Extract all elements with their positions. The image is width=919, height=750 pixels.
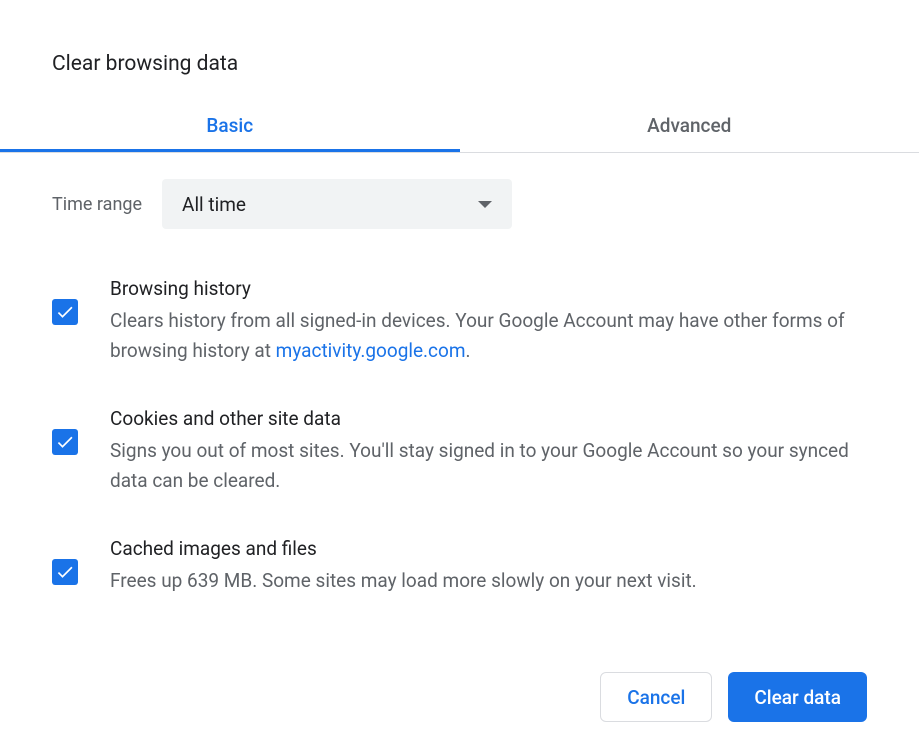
tab-advanced-label: Advanced — [647, 114, 731, 137]
tab-content: Time range All time Browsing history Cle… — [0, 153, 919, 656]
tab-advanced[interactable]: Advanced — [460, 100, 919, 152]
cancel-button-label: Cancel — [627, 686, 685, 709]
tab-basic-label: Basic — [206, 114, 253, 137]
option-title-browsing-history: Browsing history — [110, 277, 867, 300]
checkbox-browsing-history[interactable] — [52, 299, 78, 325]
check-icon — [55, 562, 75, 582]
clear-data-button[interactable]: Clear data — [728, 672, 867, 722]
time-range-select[interactable]: All time — [162, 179, 512, 229]
check-icon — [55, 432, 75, 452]
dialog-title: Clear browsing data — [0, 0, 919, 76]
option-title-cookies: Cookies and other site data — [110, 407, 867, 430]
option-desc-browsing-history: Clears history from all signed-in device… — [110, 306, 867, 367]
time-range-row: Time range All time — [52, 179, 867, 229]
checkbox-cookies[interactable] — [52, 429, 78, 455]
option-browsing-history: Browsing history Clears history from all… — [52, 277, 867, 367]
option-title-cache: Cached images and files — [110, 537, 867, 560]
clear-data-button-label: Clear data — [754, 686, 841, 709]
option-text: Cached images and files Frees up 639 MB.… — [110, 537, 867, 596]
option-desc-pre: Clears history from all signed-in device… — [110, 309, 845, 362]
option-cookies: Cookies and other site data Signs you ou… — [52, 407, 867, 497]
option-text: Browsing history Clears history from all… — [110, 277, 867, 367]
check-icon — [55, 302, 75, 322]
time-range-label: Time range — [52, 194, 142, 215]
option-cache: Cached images and files Frees up 639 MB.… — [52, 537, 867, 596]
checkbox-cache[interactable] — [52, 559, 78, 585]
chevron-down-icon — [478, 201, 492, 208]
myactivity-link[interactable]: myactivity.google.com — [276, 339, 466, 362]
clear-browsing-data-dialog: Clear browsing data Basic Advanced Time … — [0, 0, 919, 656]
cancel-button[interactable]: Cancel — [600, 672, 712, 722]
time-range-selected-value: All time — [182, 193, 478, 216]
option-desc-cookies: Signs you out of most sites. You'll stay… — [110, 436, 867, 497]
tab-basic[interactable]: Basic — [0, 100, 460, 152]
option-desc-post: . — [466, 339, 471, 362]
option-text: Cookies and other site data Signs you ou… — [110, 407, 867, 497]
tabs-container: Basic Advanced — [0, 100, 919, 153]
dialog-footer: Cancel Clear data — [0, 653, 919, 750]
option-desc-cache: Frees up 639 MB. Some sites may load mor… — [110, 566, 867, 596]
